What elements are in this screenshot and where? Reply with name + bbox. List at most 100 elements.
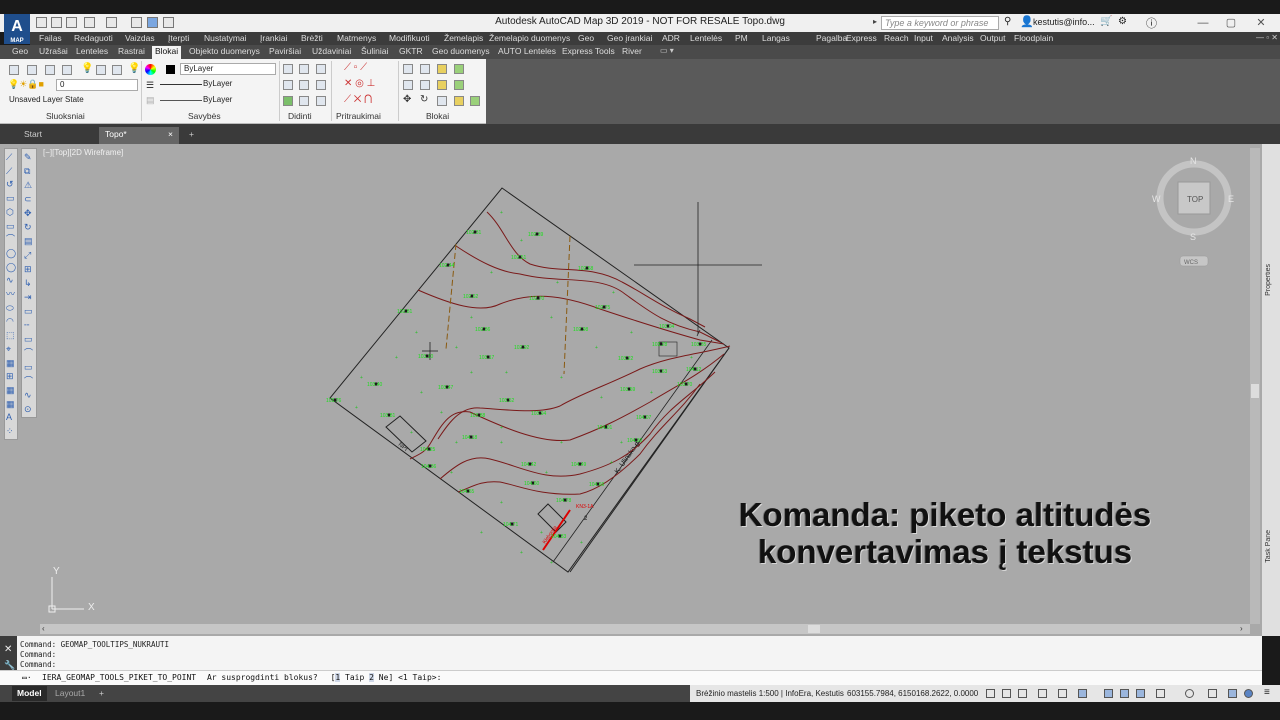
viewport-icon[interactable] <box>1078 689 1087 698</box>
layer-tool-icon[interactable] <box>45 65 55 75</box>
rotate-icon[interactable]: ↻ <box>420 94 428 105</box>
modify-tool-icon[interactable]: ▤ <box>24 236 33 246</box>
draw-tool-icon[interactable]: ⬡ <box>6 207 14 217</box>
option-2[interactable]: Ne <box>379 673 389 682</box>
zoom-tool-icon[interactable] <box>283 80 293 90</box>
color-wheel-icon[interactable] <box>145 64 156 75</box>
zoom-realtime-icon[interactable] <box>283 96 293 106</box>
block-tool-icon[interactable] <box>420 64 430 74</box>
draw-tool-icon[interactable]: ▦ <box>6 385 15 395</box>
tab-start[interactable]: Start <box>18 127 96 144</box>
grid-icon[interactable] <box>986 689 995 698</box>
block-tool-icon[interactable] <box>454 80 464 90</box>
elevation-label[interactable]: 104.07 <box>636 415 652 421</box>
zoom-tool-icon[interactable] <box>299 96 309 106</box>
elevation-label[interactable]: 104.66 <box>589 482 605 488</box>
draw-tool-icon[interactable]: ⬚ <box>6 330 15 340</box>
tab-model[interactable]: Model <box>12 686 47 701</box>
elevation-label[interactable]: 102.31 <box>466 230 482 236</box>
menu-item[interactable]: Lentelės <box>690 33 722 43</box>
elevation-label[interactable]: 102.51 <box>511 255 527 261</box>
block-tool-icon[interactable] <box>403 64 413 74</box>
horizontal-scroll-thumb[interactable] <box>808 625 820 633</box>
elevation-label[interactable]: 102.86 <box>475 327 491 333</box>
elevation-label[interactable]: 103.17 <box>479 355 495 361</box>
close-tab-icon[interactable]: × <box>168 127 173 142</box>
draw-tool-icon[interactable]: A <box>6 412 12 422</box>
elevation-label[interactable]: 102.75 <box>595 305 611 311</box>
selection-cycling-icon[interactable] <box>1136 689 1145 698</box>
linetype-dropdown[interactable]: ByLayer <box>200 79 276 91</box>
draw-tool-icon[interactable]: ◠ <box>6 316 14 326</box>
menu-item[interactable]: Geo <box>578 33 594 43</box>
elevation-label[interactable]: 104.60 <box>524 481 540 487</box>
binoculars-icon[interactable]: ⚲ <box>1004 16 1011 27</box>
tab-topo[interactable]: Topo* × <box>99 127 179 144</box>
menu-item[interactable]: Floodplain <box>1014 33 1053 43</box>
gear-icon[interactable] <box>1185 689 1194 698</box>
modify-tool-icon[interactable]: ▭ <box>24 334 33 344</box>
draw-tool-icon[interactable]: ⊞ <box>6 371 14 381</box>
layer-tool-icon[interactable] <box>27 65 37 75</box>
modify-tool-icon[interactable]: ⊙ <box>24 404 32 414</box>
draw-tool-icon[interactable]: ▭ <box>6 193 15 203</box>
elevation-label[interactable]: 104.78 <box>556 498 572 504</box>
elevation-label[interactable]: 102.62 <box>463 294 479 300</box>
elevation-label[interactable]: 103.10 <box>418 354 434 360</box>
menu-item[interactable]: Įrankiai <box>260 33 287 43</box>
osnap-icon[interactable] <box>1058 689 1067 698</box>
elevation-label[interactable]: 104.49 <box>571 462 587 468</box>
ribbon-tab[interactable]: Paviršiai <box>269 46 301 56</box>
zoom-window-icon[interactable] <box>283 64 293 74</box>
elevation-label[interactable]: 102.39 <box>528 232 544 238</box>
elevation-label[interactable]: 103.35 <box>691 342 707 348</box>
menu-item[interactable]: Vaizdas <box>125 33 155 43</box>
elevation-label[interactable]: 104.30 <box>627 438 643 444</box>
modify-tool-icon[interactable]: ↻ <box>24 222 32 232</box>
ribbon-tab[interactable]: Geo duomenys <box>432 46 490 56</box>
group-label-properties[interactable]: Savybės <box>188 111 221 121</box>
draw-tool-icon[interactable]: ⁘ <box>6 426 14 436</box>
layer-state-dropdown[interactable]: Unsaved Layer State <box>6 95 138 107</box>
bulb-icon[interactable]: 💡 <box>81 63 93 74</box>
modify-tool-icon[interactable]: ∿ <box>24 390 32 400</box>
ribbon-tab[interactable]: Uždaviniai <box>312 46 351 56</box>
elevation-label[interactable]: 104.55 <box>459 489 475 495</box>
menu-item[interactable]: Nustatymai <box>204 33 247 43</box>
elevation-label[interactable]: 104.01 <box>597 425 613 431</box>
draw-tool-icon[interactable]: ⌒ <box>6 234 15 244</box>
command-input[interactable]: ▭· IERA_GEOMAP_TOOLS_PIKET_TO_POINT Ar s… <box>0 670 1262 685</box>
exchange-icon[interactable]: ⚙ <box>1118 16 1127 27</box>
hardware-acceleration-icon[interactable] <box>1228 689 1237 698</box>
plot-icon[interactable] <box>131 17 142 28</box>
block-tool-icon[interactable] <box>470 96 480 106</box>
new-tab-button[interactable]: + <box>186 127 200 144</box>
modify-tool-icon[interactable]: ↳ <box>24 278 32 288</box>
modify-tool-icon[interactable]: ╌ <box>24 320 29 330</box>
draw-tool-icon[interactable]: ↺ <box>6 179 14 189</box>
block-tool-icon[interactable] <box>437 80 447 90</box>
snap-intersection-icon[interactable]: ✕ ◎ ⊥ <box>344 78 375 89</box>
transparency-icon[interactable] <box>1120 689 1129 698</box>
option-1-key[interactable]: 1 <box>335 673 341 682</box>
open-file-icon[interactable] <box>51 17 62 28</box>
elevation-label[interactable]: 103.63 <box>652 369 668 375</box>
elevation-label[interactable]: 103.88 <box>470 413 486 419</box>
elevation-label[interactable]: 104.36 <box>421 464 437 470</box>
scroll-left-icon[interactable]: ‹ <box>42 624 45 633</box>
redo-icon[interactable] <box>106 17 117 28</box>
draw-tool-icon[interactable]: ◯ <box>6 248 16 258</box>
search-input[interactable]: Type a keyword or phrase <box>881 16 999 30</box>
menu-window-controls[interactable]: — ▫ ✕ <box>1256 33 1278 42</box>
modify-tool-icon[interactable]: ⊂ <box>24 194 32 204</box>
save-icon[interactable] <box>66 17 77 28</box>
zoom-tool-icon[interactable] <box>316 80 326 90</box>
elevation-label[interactable]: 102.81 <box>397 309 413 315</box>
menu-item[interactable]: Matmenys <box>337 33 376 43</box>
group-label-zoom[interactable]: Didinti <box>288 111 312 121</box>
ribbon-tab[interactable]: AUTO Lenteles <box>498 46 556 56</box>
modify-tool-icon[interactable]: ▭ <box>24 306 33 316</box>
elevation-label[interactable]: 104.71 <box>503 522 519 528</box>
elevation-label[interactable]: 104.42 <box>521 462 537 468</box>
menu-item[interactable]: Žemelapio duomenys <box>489 33 570 43</box>
